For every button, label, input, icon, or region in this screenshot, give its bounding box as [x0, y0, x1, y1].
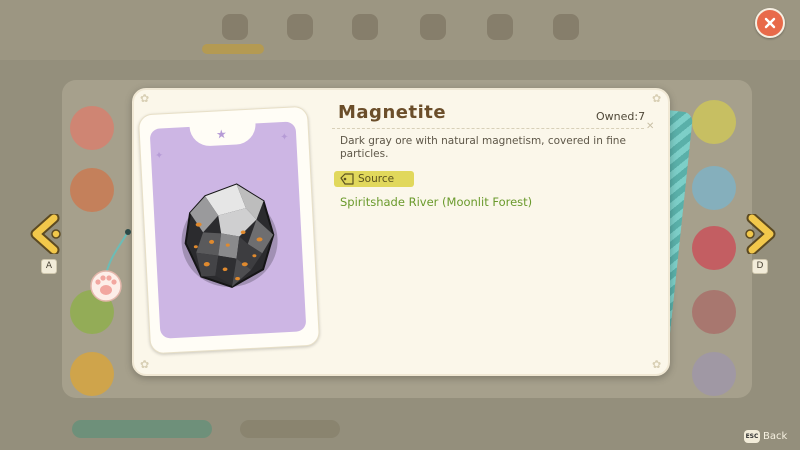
magnetite-ore-icon [181, 183, 278, 289]
background-bottom-bar [72, 420, 212, 438]
esc-key-hint: ESC [744, 429, 760, 443]
tag-icon [340, 173, 354, 185]
background-tab [222, 14, 248, 40]
item-name: Magnetite [338, 102, 447, 123]
back-label: Back [763, 430, 788, 442]
chevron-right-icon [745, 212, 776, 256]
background-tab [420, 14, 446, 40]
close-icon [764, 17, 776, 29]
corner-ornament-icon: ✿ [140, 358, 150, 371]
back-button[interactable]: ESC Back [744, 428, 787, 444]
background-item-slot [692, 352, 736, 396]
title-divider [332, 128, 644, 130]
corner-ornament-icon: ✿ [652, 92, 662, 105]
source-label: Source [358, 173, 395, 185]
background-bottom-bar [240, 420, 340, 438]
background-item-slot [692, 166, 736, 210]
source-badge: Source [334, 171, 414, 187]
background-tab [487, 14, 513, 40]
background-item-slot [70, 106, 114, 150]
corner-ornament-icon: ✿ [652, 358, 662, 371]
background-tab-bar [0, 0, 800, 60]
background-tab [287, 14, 313, 40]
owned-count: Owned:7 [596, 110, 646, 123]
previous-key-hint: A [41, 259, 57, 274]
sparkle-icon: ✦ [154, 150, 164, 162]
background-item-slot [692, 226, 736, 270]
next-key-hint: D [752, 259, 768, 274]
divider-ornament-icon: ✕ [646, 121, 655, 132]
background-item-slot [692, 290, 736, 334]
star-icon: ★ [215, 126, 228, 142]
item-portrait-background: ★ ✦ ✦ [149, 117, 307, 339]
chevron-left-icon [30, 212, 61, 256]
item-portrait-frame: ★ ✦ ✦ [137, 105, 321, 355]
background-item-slot [70, 168, 114, 212]
previous-item-button[interactable] [30, 212, 66, 256]
next-item-button[interactable] [740, 212, 776, 256]
sparkle-icon: ✦ [279, 131, 289, 144]
close-button[interactable] [755, 8, 785, 38]
background-tab [553, 14, 579, 40]
paw-charm-icon [90, 229, 131, 302]
background-item-slot [692, 100, 736, 144]
corner-ornament-icon: ✿ [140, 92, 150, 105]
background-item-slot [70, 352, 114, 396]
background-tab [352, 14, 378, 40]
background-tab-underline [202, 44, 264, 54]
source-location: Spiritshade River (Moonlit Forest) [340, 195, 533, 209]
item-description: Dark gray ore with natural magnetism, co… [340, 135, 626, 160]
